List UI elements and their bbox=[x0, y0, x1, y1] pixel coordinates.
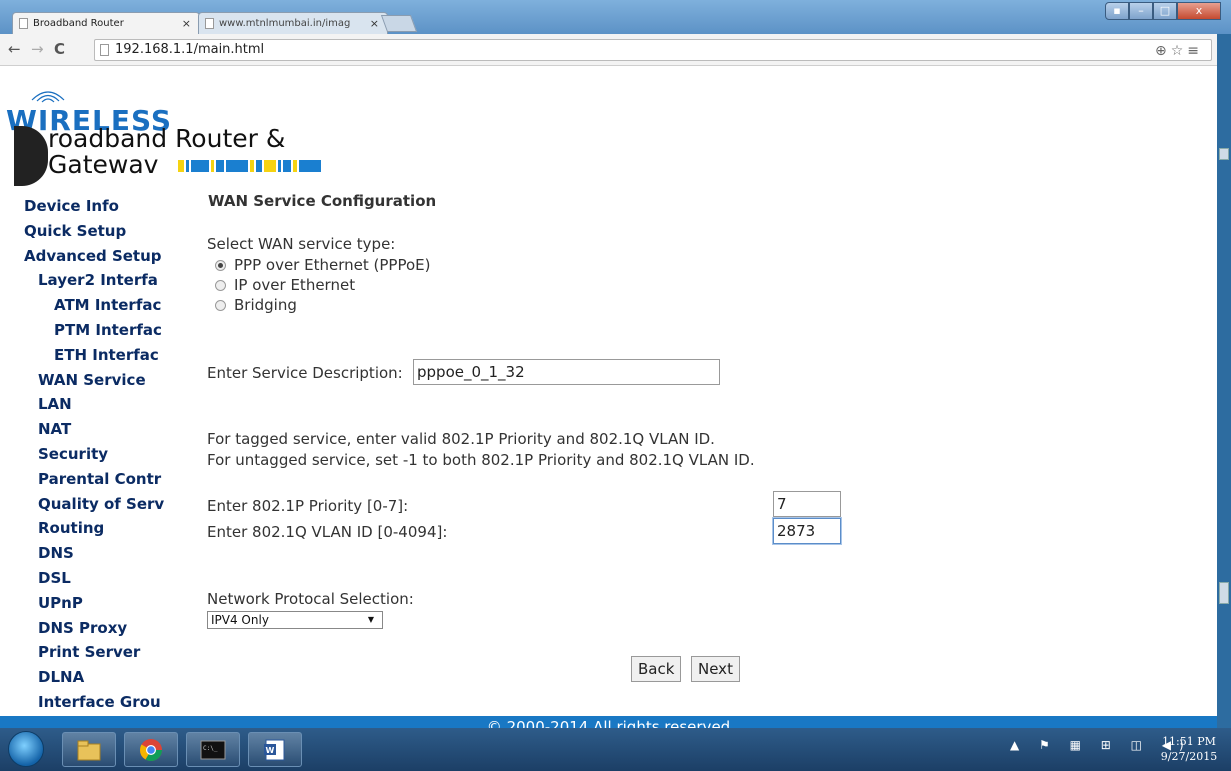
sidebar-item-eth-interfac[interactable]: ETH Interfac bbox=[24, 343, 166, 368]
sidebar-item-security[interactable]: Security bbox=[24, 442, 166, 467]
sidebar-item-dns-proxy[interactable]: DNS Proxy bbox=[24, 616, 166, 641]
copyright-text: © 2000-2014 All rights reserved bbox=[486, 718, 731, 728]
radio-label: Bridging bbox=[234, 296, 297, 314]
protocol-selected-value: IPV4 Only bbox=[211, 613, 269, 627]
new-tab-button[interactable] bbox=[380, 15, 418, 32]
page-icon bbox=[205, 18, 214, 29]
wireless-signal-icon bbox=[31, 91, 65, 103]
tab-broadband-router[interactable]: Broadband Router × bbox=[12, 12, 200, 34]
sidebar-item-print-server[interactable]: Print Server bbox=[24, 640, 166, 665]
radio-pppoe[interactable]: PPP over Ethernet (PPPoE) bbox=[215, 256, 430, 274]
radio-button[interactable] bbox=[215, 259, 226, 271]
sidebar-item-nat[interactable]: NAT bbox=[24, 417, 166, 442]
tagged-note: For tagged service, enter valid 802.1P P… bbox=[207, 430, 715, 448]
service-type-label: Select WAN service type: bbox=[207, 235, 396, 253]
radio-label: PPP over Ethernet (PPPoE) bbox=[234, 256, 431, 274]
radio-label: IP over Ethernet bbox=[234, 276, 356, 294]
tab-mtnl[interactable]: www.mtnlmumbai.in/imag × bbox=[198, 12, 388, 34]
untagged-note: For untagged service, set -1 to both 802… bbox=[207, 451, 755, 469]
scroll-marker-icon bbox=[1219, 582, 1229, 604]
sidebar-item-wan-service[interactable]: WAN Service bbox=[24, 368, 166, 393]
start-button[interactable] bbox=[8, 731, 44, 767]
zoom-star-menu-icons[interactable]: ⊕☆≡ bbox=[1155, 41, 1203, 61]
footer: © 2000-2014 All rights reserved bbox=[0, 716, 1217, 728]
browser-toolbar: ← → C 192.168.1.1/main.html ⊕☆≡ bbox=[0, 34, 1217, 66]
tab-title: Broadband Router bbox=[33, 18, 124, 29]
clock-date: 9/27/2015 bbox=[1160, 750, 1218, 763]
radio-button[interactable] bbox=[215, 279, 226, 291]
terminal-icon: C:\_ bbox=[200, 740, 226, 760]
radio-ipoe[interactable]: IP over Ethernet bbox=[215, 276, 355, 294]
file-explorer-button[interactable] bbox=[62, 732, 116, 767]
radio-button[interactable] bbox=[215, 299, 226, 311]
folder-icon bbox=[77, 740, 101, 761]
protocol-label: Network Protocal Selection: bbox=[207, 590, 414, 608]
clock[interactable]: 11:51 PM 9/27/2015 bbox=[1154, 734, 1224, 764]
reload-icon[interactable]: C bbox=[54, 40, 65, 58]
main-content: WAN Service Configuration Select WAN ser… bbox=[207, 66, 1207, 716]
address-bar[interactable]: 192.168.1.1/main.html ⊕☆≡ bbox=[94, 39, 1212, 61]
page-icon bbox=[100, 44, 109, 56]
sidebar-item-layer2-interfa[interactable]: Layer2 Interfa bbox=[24, 268, 166, 293]
sidebar-item-dsl[interactable]: DSL bbox=[24, 566, 166, 591]
vlan-id-input[interactable]: 2873 bbox=[773, 518, 841, 544]
next-button[interactable]: Next bbox=[691, 656, 740, 682]
windows-taskbar: C:\_ W ▲ ⚑ ▦ ⊞ ◫ ◀) 11:51 PM 9/27/2015 bbox=[0, 728, 1231, 771]
cmd-text: C:\_ bbox=[203, 745, 218, 752]
tab-close-icon[interactable]: × bbox=[370, 17, 379, 30]
priority-input[interactable]: 7 bbox=[773, 491, 841, 517]
router-page: WIRELESS roadband Router & Gatewav Devic… bbox=[0, 66, 1217, 716]
logo-stripe bbox=[178, 160, 184, 172]
sidebar-item-device-info[interactable]: Device Info bbox=[24, 194, 166, 219]
chrome-icon bbox=[140, 739, 162, 761]
close-window-button[interactable]: x bbox=[1177, 2, 1221, 20]
service-description-input[interactable]: pppoe_0_1_32 bbox=[413, 359, 720, 385]
clock-time: 11:51 PM bbox=[1162, 735, 1216, 748]
sidebar-item-lan[interactable]: LAN bbox=[24, 392, 166, 417]
priority-label: Enter 802.1P Priority [0-7]: bbox=[207, 497, 409, 515]
tab-close-icon[interactable]: × bbox=[182, 17, 191, 30]
sidebar-item-dlna[interactable]: DLNA bbox=[24, 665, 166, 690]
logo-stripe bbox=[186, 160, 189, 172]
radio-bridging[interactable]: Bridging bbox=[215, 296, 297, 314]
browser-titlebar: Broadband Router × www.mtnlmumbai.in/ima… bbox=[0, 0, 1231, 34]
forward-arrow-icon[interactable]: → bbox=[31, 40, 44, 58]
command-prompt-button[interactable]: C:\_ bbox=[186, 732, 240, 767]
vlan-label: Enter 802.1Q VLAN ID [0-4094]: bbox=[207, 523, 448, 541]
svg-text:W: W bbox=[266, 746, 275, 755]
minimize-button[interactable]: – bbox=[1129, 2, 1153, 20]
sidebar-item-quick-setup[interactable]: Quick Setup bbox=[24, 219, 166, 244]
word-button[interactable]: W bbox=[248, 732, 302, 767]
back-arrow-icon[interactable]: ← bbox=[8, 40, 21, 58]
sidebar-item-advanced-setup[interactable]: Advanced Setup bbox=[24, 244, 166, 269]
sidebar-menu: Device Info Quick Setup Advanced Setup Laye… bbox=[24, 194, 166, 715]
restore-icon[interactable]: ▪ bbox=[1105, 2, 1129, 20]
sidebar-item-atm-interfac[interactable]: ATM Interfac bbox=[24, 293, 166, 318]
sidebar-item-routing[interactable]: Routing bbox=[24, 516, 166, 541]
sidebar-item-upnp[interactable]: UPnP bbox=[24, 591, 166, 616]
service-description-label: Enter Service Description: bbox=[207, 364, 403, 382]
sidebar-item-parental-contr[interactable]: Parental Contr bbox=[24, 467, 166, 492]
protocol-select[interactable]: IPV4 Only ▼ bbox=[207, 611, 383, 629]
maximize-button[interactable]: □ bbox=[1153, 2, 1177, 20]
tab-title: www.mtnlmumbai.in/imag bbox=[219, 18, 351, 29]
url-text: 192.168.1.1/main.html bbox=[115, 42, 265, 57]
page-icon bbox=[19, 18, 28, 29]
side-strip bbox=[1217, 34, 1231, 728]
sidebar-item-quality-of-serv[interactable]: Quality of Serv bbox=[24, 492, 166, 517]
sidebar-item-interface-grou[interactable]: Interface Grou bbox=[24, 690, 166, 715]
dropdown-arrow-icon: ▼ bbox=[367, 615, 374, 624]
window-controls: ▪ – □ x bbox=[1105, 2, 1221, 20]
back-button[interactable]: Back bbox=[631, 656, 682, 682]
sidebar-item-dns[interactable]: DNS bbox=[24, 541, 166, 566]
word-icon: W bbox=[264, 739, 285, 761]
scroll-marker-icon bbox=[1219, 148, 1229, 160]
page-title: WAN Service Configuration bbox=[208, 192, 437, 210]
logo-line2: Gatewav bbox=[48, 150, 159, 179]
chrome-button[interactable] bbox=[124, 732, 178, 767]
sidebar-item-ptm-interfac[interactable]: PTM Interfac bbox=[24, 318, 166, 343]
